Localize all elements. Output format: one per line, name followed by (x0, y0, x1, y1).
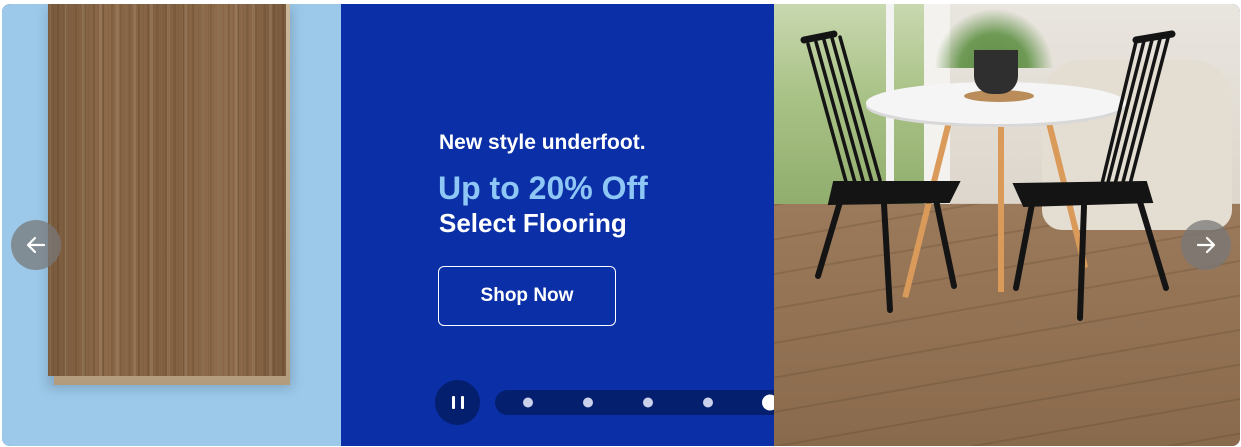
carousel-pagination (495, 390, 805, 415)
previous-slide-button[interactable] (11, 220, 61, 270)
dining-room-image (774, 4, 1240, 446)
chair-left (800, 30, 961, 313)
hero-banner: New style underfoot. Up to 20% Off Selec… (2, 4, 1240, 446)
pagination-dot-2[interactable] (583, 397, 593, 408)
pause-icon (449, 396, 467, 409)
pagination-dot-4[interactable] (703, 397, 713, 408)
pause-button[interactable] (435, 380, 480, 425)
pagination-dots (523, 394, 778, 411)
chair-right (1012, 30, 1176, 321)
pagination-dot-3[interactable] (643, 397, 653, 408)
pagination-dot-1[interactable] (523, 397, 533, 408)
wood-plank (48, 4, 286, 376)
chairs (800, 30, 1176, 321)
promo-tagline: New style underfoot. (439, 131, 646, 154)
promo-offer: Up to 20% Off (438, 170, 648, 206)
shop-now-button[interactable]: Shop Now (438, 266, 616, 326)
arrow-right-icon (1196, 236, 1216, 254)
promo-panel: New style underfoot. Up to 20% Off Selec… (341, 4, 805, 446)
arrow-left-icon (26, 236, 46, 254)
wood-plank-image (2, 4, 341, 446)
next-slide-button[interactable] (1181, 220, 1231, 270)
promo-offer-subtitle: Select Flooring (439, 208, 627, 238)
